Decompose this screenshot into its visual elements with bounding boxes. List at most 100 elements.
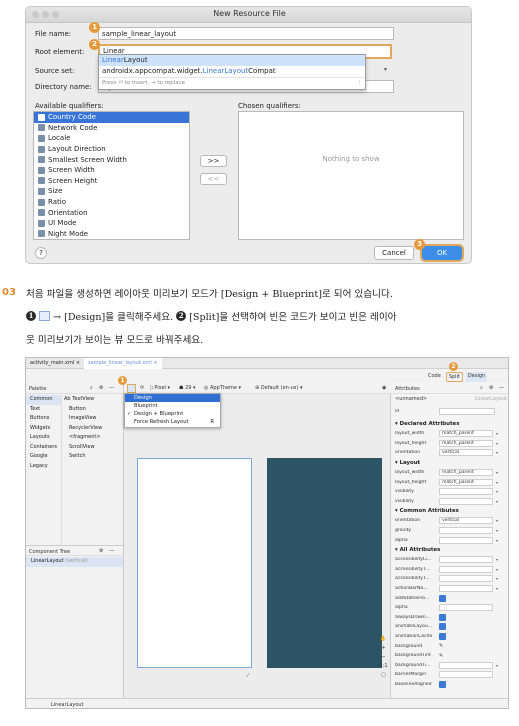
qualifier-item[interactable]: Smallest Screen Width bbox=[34, 154, 189, 165]
attr-value[interactable]: match_parent bbox=[439, 430, 493, 438]
gear-icon[interactable]: ⚙ bbox=[99, 385, 103, 391]
api-dropdown[interactable]: ☗ 29 ▾ bbox=[179, 385, 196, 391]
split-mode-button[interactable]: Split bbox=[445, 372, 463, 382]
source-set-dropdown-icon[interactable]: ▾ bbox=[384, 66, 387, 73]
palette-category[interactable]: Containers bbox=[26, 443, 61, 453]
resize-handle-icon[interactable]: ⁄⁄ bbox=[247, 673, 249, 679]
gear-icon[interactable]: ⚙ bbox=[489, 385, 493, 391]
help-button[interactable]: ? bbox=[35, 247, 47, 259]
dropdown-icon[interactable]: ▾ bbox=[493, 528, 501, 533]
palette-item[interactable]: ScrollView bbox=[64, 443, 122, 453]
qualifier-item[interactable]: Locale bbox=[34, 133, 189, 144]
palette-category[interactable]: Widgets bbox=[26, 424, 61, 434]
all-attributes-section[interactable]: ▾ All Attributes bbox=[392, 545, 508, 555]
attr-value[interactable] bbox=[439, 604, 493, 612]
file-name-input[interactable]: sample_linear_layout bbox=[98, 27, 394, 40]
palette-category[interactable]: Google bbox=[26, 452, 61, 462]
code-mode-button[interactable]: Code bbox=[426, 372, 443, 382]
qualifier-item[interactable]: Ratio bbox=[34, 197, 189, 208]
dropdown-icon[interactable]: ▾ bbox=[493, 480, 501, 485]
search-icon[interactable]: ⌕ bbox=[480, 385, 483, 391]
orientation-icon[interactable]: ⟳ bbox=[140, 385, 144, 391]
cancel-button[interactable]: Cancel bbox=[374, 246, 414, 260]
palette-category[interactable]: Legacy bbox=[26, 462, 61, 472]
fit-screen-icon[interactable]: ▢ bbox=[379, 672, 388, 681]
palette-item[interactable]: RecyclerView bbox=[64, 424, 122, 434]
minimize-icon[interactable]: — bbox=[109, 548, 114, 554]
dropdown-icon[interactable]: ▾ bbox=[493, 499, 501, 504]
attr-value[interactable] bbox=[439, 556, 493, 564]
dropdown-icon[interactable]: ▾ bbox=[493, 489, 501, 494]
boolean-checkbox[interactable] bbox=[439, 623, 446, 631]
minimize-icon[interactable]: — bbox=[499, 385, 504, 391]
boolean-checkbox[interactable] bbox=[439, 632, 446, 640]
gear-icon[interactable]: ⚙ bbox=[99, 548, 103, 554]
palette-category[interactable]: Layouts bbox=[26, 433, 61, 443]
palette-category[interactable]: Buttons bbox=[26, 414, 61, 424]
attr-value[interactable]: vertical bbox=[439, 517, 493, 525]
declared-attributes-section[interactable]: ▾ Declared Attributes bbox=[392, 419, 508, 429]
qualifier-item[interactable]: Orientation bbox=[34, 207, 189, 218]
design-preview[interactable] bbox=[137, 458, 252, 668]
boolean-checkbox[interactable] bbox=[439, 594, 446, 602]
tab-sample-linear-layout[interactable]: sample_linear_layout.xml × bbox=[84, 358, 162, 369]
attr-value[interactable]: match_parent bbox=[439, 478, 493, 486]
dropdown-icon[interactable]: ▾ bbox=[493, 663, 501, 668]
attr-value[interactable] bbox=[439, 488, 493, 496]
attr-value[interactable] bbox=[439, 536, 493, 544]
component-tree-root[interactable]: LinearLayout (vertical) bbox=[26, 557, 123, 567]
attr-value[interactable] bbox=[439, 575, 493, 583]
palette-item[interactable]: Button bbox=[64, 405, 122, 415]
palette-item[interactable]: <fragment> bbox=[64, 433, 122, 443]
menu-item-design[interactable]: Design bbox=[125, 394, 220, 402]
device-dropdown[interactable]: ▯ Pixel ▾ bbox=[150, 385, 170, 391]
boolean-checkbox[interactable] bbox=[439, 613, 446, 621]
blueprint-preview[interactable] bbox=[267, 458, 382, 668]
theme-dropdown[interactable]: ◎ AppTheme ▾ bbox=[204, 385, 241, 391]
boolean-checkbox[interactable] bbox=[439, 680, 446, 688]
qualifier-item[interactable]: Night Mode bbox=[34, 229, 189, 239]
palette-item[interactable]: Switch bbox=[64, 452, 122, 462]
qualifier-item[interactable]: Country Code bbox=[34, 112, 189, 123]
zoom-out-icon[interactable]: − bbox=[379, 654, 388, 663]
add-qualifier-button[interactable]: >> bbox=[200, 155, 227, 167]
remove-qualifier-button[interactable]: << bbox=[200, 173, 227, 185]
dropdown-icon[interactable]: ▾ bbox=[493, 470, 501, 475]
palette-category[interactable]: Text bbox=[26, 405, 61, 415]
search-icon[interactable]: ⌕ bbox=[90, 385, 93, 391]
menu-item-force-refresh[interactable]: Force Refresh Layout R bbox=[125, 418, 220, 426]
attr-value[interactable] bbox=[439, 497, 493, 505]
actual-size-icon[interactable]: 1:1 bbox=[379, 663, 388, 672]
dropdown-icon[interactable]: ▾ bbox=[493, 586, 501, 591]
qualifier-item[interactable]: Screen Width bbox=[34, 165, 189, 176]
dropdown-icon[interactable]: ▾ bbox=[493, 567, 501, 572]
ok-button[interactable]: OK bbox=[420, 244, 464, 262]
layout-section[interactable]: ▾ Layout bbox=[392, 458, 508, 468]
palette-item[interactable]: ImageView bbox=[64, 414, 122, 424]
minimize-icon[interactable]: — bbox=[109, 385, 114, 391]
menu-item-design-blueprint[interactable]: ✓ Design + Blueprint bbox=[125, 410, 220, 418]
popup-item-linearlayoutcompat[interactable]: androidx.appcompat.widget.LinearLayoutCo… bbox=[99, 66, 365, 77]
qualifier-item[interactable]: Network Code bbox=[34, 123, 189, 134]
qualifier-item[interactable]: Size bbox=[34, 186, 189, 197]
attr-value[interactable] bbox=[439, 565, 493, 573]
dropdown-icon[interactable]: ▾ bbox=[493, 538, 501, 543]
zoom-in-icon[interactable]: + bbox=[379, 645, 388, 654]
qualifier-item[interactable]: Screen Height bbox=[34, 176, 189, 187]
dropdown-icon[interactable]: ▾ bbox=[493, 431, 501, 436]
id-input[interactable] bbox=[439, 408, 495, 416]
palette-category[interactable]: Common bbox=[26, 395, 61, 405]
dropdown-icon[interactable]: ▾ bbox=[493, 441, 501, 446]
popup-more-icon[interactable]: ⋮ bbox=[357, 79, 363, 87]
chosen-qualifiers-list[interactable]: Nothing to show bbox=[238, 111, 464, 240]
attr-value[interactable]: match_parent bbox=[439, 439, 493, 447]
layers-icon[interactable] bbox=[127, 384, 136, 393]
palette-item[interactable]: Ab TextView bbox=[64, 395, 122, 405]
tab-activity-main[interactable]: activity_main.xml × bbox=[26, 358, 84, 369]
pan-icon[interactable]: ✋ bbox=[379, 636, 388, 645]
attr-value[interactable] bbox=[439, 671, 493, 679]
attr-value[interactable] bbox=[439, 585, 493, 593]
dropdown-icon[interactable]: ▾ bbox=[493, 450, 501, 455]
attr-value[interactable]: match_parent bbox=[439, 469, 493, 477]
available-qualifiers-list[interactable]: Country Code Network Code Locale Layout … bbox=[33, 111, 190, 240]
